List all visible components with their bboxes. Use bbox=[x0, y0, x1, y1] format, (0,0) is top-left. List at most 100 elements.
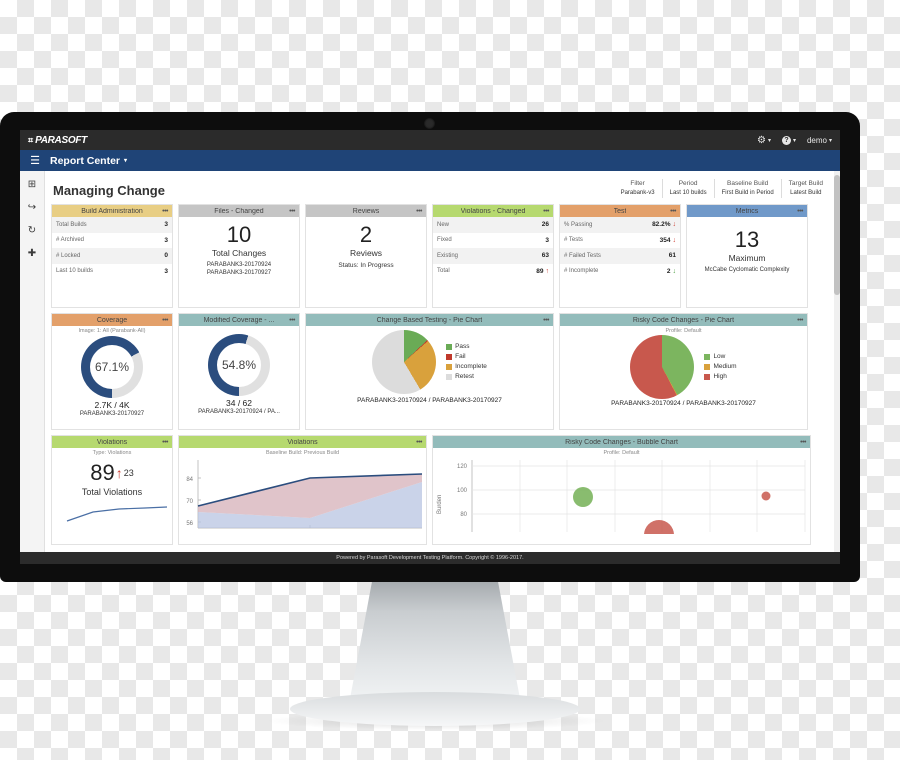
footer: Powered by Parasoft Development Testing … bbox=[20, 552, 840, 564]
vertical-scrollbar[interactable] bbox=[834, 171, 840, 564]
nav-title-label: Report Center bbox=[50, 154, 121, 167]
widget-menu-icon[interactable]: ••• bbox=[797, 317, 803, 324]
coverage-donut-chart: 67.1% bbox=[81, 336, 143, 398]
widget-title: Build Administration bbox=[81, 207, 143, 215]
widget-row-3: Violations ••• Type: Violations 89 ↑ 23 bbox=[51, 435, 834, 545]
legend-item: Incomplete bbox=[446, 362, 487, 372]
widget-menu-icon[interactable]: ••• bbox=[543, 317, 549, 324]
scene: ⌗ PARASOFT ▾ ? ▾ demo ▾ bbox=[0, 0, 900, 760]
help-menu[interactable]: ? ▾ bbox=[781, 135, 796, 145]
table-row: # Locked 0 bbox=[52, 248, 172, 264]
widget-menu-icon[interactable]: ••• bbox=[162, 208, 168, 215]
row-label: # Tests bbox=[564, 237, 583, 244]
legend-label: Fail bbox=[455, 353, 466, 360]
row-value: 63 bbox=[541, 252, 549, 260]
widget-modified-coverage: Modified Coverage - ... ••• 54.8% 34 / 6… bbox=[178, 313, 300, 430]
metric-description: McCabe Cyclomatic Complexity bbox=[704, 267, 790, 273]
risky-code-bubble-chart: Burden 120 100 80 bbox=[437, 460, 806, 544]
row-number: 89 bbox=[536, 267, 544, 275]
share-icon[interactable]: ↪ bbox=[28, 203, 36, 213]
legend-item: Pass bbox=[446, 342, 487, 352]
widget-body: 54.8% 34 / 62 PARABANK3-20170924 / PA... bbox=[179, 326, 299, 416]
widget-menu-icon[interactable]: ••• bbox=[416, 208, 422, 215]
hamburger-menu-icon[interactable]: ☰ bbox=[20, 154, 50, 167]
monitor-stand-neck bbox=[349, 576, 521, 704]
user-menu[interactable]: demo ▾ bbox=[807, 136, 832, 145]
plus-icon[interactable]: ✚ bbox=[28, 249, 36, 259]
widget-body: Total Builds 3 # Archived 3 # Locked 0 L… bbox=[52, 217, 172, 279]
widget-title: Change Based Testing - Pie Chart bbox=[376, 316, 483, 324]
y-tick-70: 70 bbox=[186, 499, 193, 505]
widget-header: Change Based Testing - Pie Chart ••• bbox=[306, 314, 553, 326]
row-value: 26 bbox=[541, 221, 549, 229]
modified-coverage-donut-chart: 54.8% bbox=[208, 334, 270, 396]
legend-swatch bbox=[704, 354, 711, 360]
widget-build-administration: Build Administration ••• Total Builds 3 bbox=[51, 204, 173, 308]
pie-legend: Pass Fail Incomplete Retest bbox=[446, 342, 487, 382]
metric-value: 89 bbox=[90, 460, 115, 485]
table-row: Last 10 builds 3 bbox=[52, 264, 172, 280]
widget-menu-icon[interactable]: ••• bbox=[670, 208, 676, 215]
widget-header: Coverage ••• bbox=[52, 314, 172, 326]
settings-menu[interactable]: ▾ bbox=[757, 136, 771, 145]
widget-metrics: Metrics ••• 13 Maximum McCabe Cyclomatic… bbox=[686, 204, 808, 308]
row-label: % Passing bbox=[564, 221, 593, 228]
refresh-icon[interactable]: ↻ bbox=[28, 226, 36, 236]
filter-filter[interactable]: Filter Parabank-v3 bbox=[614, 179, 662, 198]
filter-target-build[interactable]: Target Build Latest Build bbox=[780, 179, 830, 198]
filter-period[interactable]: Period Last 10 builds bbox=[661, 179, 714, 198]
row-value: 2 ↓ bbox=[667, 268, 676, 275]
table-row: # Failed Tests 61 bbox=[560, 248, 680, 264]
row-label: # Locked bbox=[56, 252, 81, 259]
widget-menu-icon[interactable]: ••• bbox=[800, 439, 806, 446]
page-title: Managing Change bbox=[53, 183, 165, 198]
table-row: New 26 bbox=[433, 217, 553, 233]
coverage-build-id: PARABANK3-20170927 bbox=[79, 411, 145, 417]
row-label: Total bbox=[437, 268, 450, 275]
widget-title: Coverage bbox=[96, 316, 128, 324]
widget-menu-icon[interactable]: ••• bbox=[289, 208, 295, 215]
widget-menu-icon[interactable]: ••• bbox=[162, 439, 168, 446]
metric-value: 10 bbox=[226, 222, 252, 247]
widget-subtitle: Baseline Build: Previous Build bbox=[265, 450, 340, 456]
widget-body: 13 Maximum McCabe Cyclomatic Complexity bbox=[687, 217, 807, 274]
add-widget-icon[interactable]: ⊞ bbox=[28, 180, 36, 190]
y-tick-120: 120 bbox=[457, 464, 468, 470]
filter-baseline-build[interactable]: Baseline Build First Build in Period bbox=[713, 179, 781, 198]
widget-menu-icon[interactable]: ••• bbox=[543, 208, 549, 215]
legend-swatch bbox=[704, 374, 711, 380]
widget-title: Risky Code Changes - Pie Chart bbox=[632, 316, 735, 324]
widget-title: Reviews bbox=[352, 207, 380, 215]
filter-label: Baseline Build bbox=[727, 180, 769, 187]
widget-violations-kpi: Violations ••• Type: Violations 89 ↑ 23 bbox=[51, 435, 173, 545]
widget-violations-changed: Violations - Changed ••• New 26 Fixed 3 … bbox=[432, 204, 554, 308]
widget-violations-area: Violations ••• Baseline Build: Previous … bbox=[178, 435, 427, 545]
legend-swatch bbox=[446, 344, 453, 350]
widget-menu-icon[interactable]: ••• bbox=[797, 208, 803, 215]
chevron-down-icon: ▾ bbox=[767, 137, 771, 144]
widget-coverage: Coverage ••• Image: 1: All (Parabank-All… bbox=[51, 313, 173, 430]
widget-header: Files - Changed ••• bbox=[179, 205, 299, 217]
trend-up-icon: ↑ bbox=[545, 267, 550, 275]
widget-menu-icon[interactable]: ••• bbox=[289, 317, 295, 324]
row-value: 89 ↑ bbox=[536, 268, 549, 275]
change-based-testing-pie-chart bbox=[372, 330, 437, 394]
widget-body: 84 70 56 bbox=[179, 456, 426, 539]
widget-menu-icon[interactable]: ••• bbox=[416, 439, 422, 446]
widget-title: Violations bbox=[96, 438, 128, 446]
widget-menu-icon[interactable]: ••• bbox=[162, 317, 168, 324]
kpi-row: 89 ↑ 23 bbox=[52, 460, 172, 486]
monitor-stand-base bbox=[290, 692, 580, 726]
report-center-menu[interactable]: Report Center ▾ bbox=[50, 155, 127, 167]
coverage-build-id: PARABANK3-20170924 / PA... bbox=[198, 409, 280, 415]
widget-subtitle: Profile: Default bbox=[603, 450, 640, 456]
coverage-ratio: 34 / 62 bbox=[226, 398, 252, 408]
scrollbar-thumb[interactable] bbox=[834, 175, 840, 295]
row-label: Existing bbox=[437, 252, 459, 259]
screen: ⌗ PARASOFT ▾ ? ▾ demo ▾ bbox=[20, 130, 840, 564]
widget-row-2: Coverage ••• Image: 1: All (Parabank-All… bbox=[51, 313, 834, 430]
widget-subtitle: Type: Violations bbox=[92, 450, 132, 456]
metric-label: Reviews bbox=[349, 248, 383, 258]
row-label: # Failed Tests bbox=[564, 252, 601, 259]
row-value: 3 bbox=[164, 267, 168, 275]
